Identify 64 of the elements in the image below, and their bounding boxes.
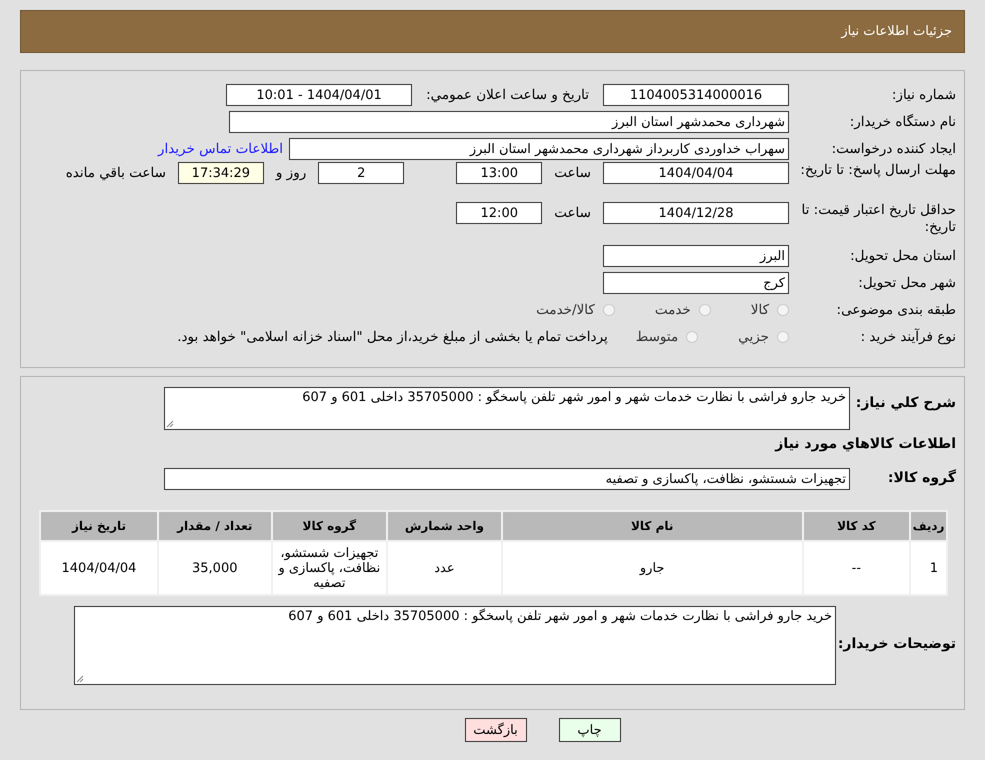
radio-button[interactable] — [698, 304, 711, 316]
remaining-time-field[interactable]: 17:34:29 — [178, 162, 264, 184]
table-cell: 1 — [911, 542, 946, 594]
text-field[interactable]: سهراب خداوردی کاربرداز شهرداری محمدشهر استان البرز — [289, 138, 789, 160]
date-field[interactable]: 1404/04/04 — [603, 162, 789, 184]
table-cell: تجهيزات شستشو، نظافت، پاكسازی و تصفيه — [272, 542, 386, 594]
field-label: نوع فرآيند خريد : — [860, 328, 957, 344]
radio-label: خدمت — [654, 302, 691, 318]
column-header: گروه كالا — [272, 512, 386, 540]
time-field[interactable]: 12:00 — [456, 202, 542, 224]
print-button[interactable]: چاپ — [558, 718, 620, 742]
field-label: نام دستگاه خريدار: — [848, 114, 957, 130]
radio-label: كالا — [750, 302, 769, 318]
field-label: مهلت ارسال پاسخ: تا تاريخ: — [799, 162, 957, 179]
back-button[interactable]: بازگشت — [464, 718, 526, 742]
field-label: شهر محل تحويل: — [857, 274, 957, 290]
field-label: طبقه بندی موضوعی: — [836, 302, 957, 318]
payment-note: پرداخت تمام يا بخشی از مبلغ خريد،از محل "اسناد خزانه اسلامی" خواهد بود. — [177, 328, 608, 344]
radio-button[interactable] — [777, 304, 789, 316]
column-header: كد كالا — [804, 512, 910, 540]
text-field[interactable]: تجهيزات شستشو، نظافت، پاكسازی و تصفيه — [164, 468, 850, 490]
field-label: حداقل تاريخ اعتبار قيمت: تا تاريخ: — [800, 202, 957, 236]
text-field[interactable]: کرج — [603, 272, 789, 294]
table-cell: -- — [804, 542, 910, 594]
text-field[interactable]: شهرداری محمدشهر استان البرز — [229, 110, 789, 132]
page-title: جزئيات اطلاعات نياز — [841, 24, 952, 39]
date-field[interactable]: 1404/12/28 — [603, 202, 789, 224]
field-label: شماره نياز: — [890, 86, 957, 102]
column-header: واحد شمارش — [388, 512, 501, 540]
radio-label: جزيي — [738, 328, 769, 344]
field-label: تاريخ و ساعت اعلان عمومي: — [426, 86, 589, 102]
section-title: اطلاعات كالاهاي مورد نياز — [774, 435, 957, 454]
date-field[interactable]: 1404/04/01 - 10:01 — [226, 84, 412, 106]
days-field[interactable]: 2 — [318, 162, 404, 184]
number-field[interactable]: 1104005314000016 — [603, 84, 789, 106]
resize-grip-icon[interactable] — [166, 420, 174, 428]
table-cell: 1404/04/04 — [41, 542, 157, 594]
table-cell: 35,000 — [158, 542, 271, 594]
field-label: شرح كلي نياز: — [854, 394, 957, 411]
field-label: ايجاد كننده درخواست: — [830, 140, 957, 156]
time-field[interactable]: 13:00 — [456, 162, 542, 184]
column-header: نام كالا — [502, 512, 802, 540]
time-label: ساعت — [554, 204, 591, 223]
text-field[interactable]: البرز — [603, 244, 789, 266]
table-cell: جارو — [502, 542, 802, 594]
resize-grip-icon[interactable] — [76, 675, 84, 683]
field-label: گروه كالا: — [886, 468, 957, 486]
radio-label: متوسط — [636, 328, 678, 344]
time-label: ساعت — [554, 164, 591, 183]
field-label: توضيحات خريدار: — [840, 635, 957, 652]
radio-button[interactable] — [777, 330, 789, 342]
field-label: استان محل تحويل: — [849, 248, 957, 264]
remaining-label: ساعت باقي مانده — [66, 164, 166, 183]
column-header: تعداد / مقدار — [158, 512, 271, 540]
description-field[interactable]: خريد جارو فراشی با نظارت خدمات شهر و امور شهر تلفن پاسخگو : 35705000 داخلی 601 و 607 — [164, 387, 850, 430]
notes-field[interactable]: خريد جارو فراشی با نظارت خدمات شهر و امور شهر تلفن پاسخگو : 35705000 داخلی 601 و 607 — [74, 606, 836, 685]
days-label: روز و — [276, 164, 306, 183]
radio-label: كالا/خدمت — [536, 302, 595, 318]
column-header: تاريخ نياز — [41, 512, 157, 540]
contact-link[interactable]: اطلاعات تماس خريدار — [158, 140, 283, 156]
radio-button[interactable] — [686, 330, 698, 342]
column-header: رديف — [911, 512, 946, 540]
radio-button[interactable] — [602, 304, 615, 316]
table-cell: عدد — [388, 542, 501, 594]
